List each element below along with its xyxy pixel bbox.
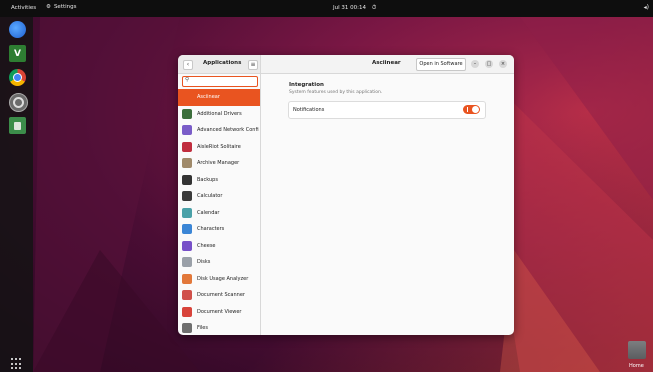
left-header: ‹ Applications ≡: [178, 55, 260, 74]
app-list-item-label: Asciinear: [197, 94, 220, 100]
app-icon: [182, 240, 192, 251]
app-list-item[interactable]: Advanced Network Confi...: [178, 122, 260, 139]
app-list-item-label: Advanced Network Confi...: [197, 127, 259, 133]
clock-label: Jul 31 00:14: [333, 5, 366, 11]
app-list-item[interactable]: Disks: [178, 254, 260, 271]
app-icon: [182, 224, 192, 234]
app-list-item-label: Archive Manager: [197, 160, 240, 166]
app-list-item-label: Document Viewer: [197, 308, 242, 315]
vim-icon[interactable]: V: [9, 45, 26, 62]
app-list-item-label: Files: [197, 325, 208, 331]
search-icon: ⚲: [185, 77, 190, 83]
dock: V: [0, 17, 33, 372]
app-icon: [182, 141, 192, 152]
speaker-icon[interactable]: ◂): [644, 4, 649, 11]
app-list-item-label: Additional Drivers: [197, 110, 242, 117]
app-list-item[interactable]: Archive Manager: [178, 155, 260, 172]
app-icon: [182, 290, 192, 300]
left-header-title: Applications: [203, 60, 242, 66]
notifications-toggle[interactable]: [463, 105, 480, 114]
app-list-item[interactable]: Additional Drivers: [178, 106, 260, 123]
app-icon: [182, 125, 192, 135]
minimize-button[interactable]: –: [471, 60, 479, 68]
menu-button[interactable]: ≡: [248, 60, 258, 70]
app-list: Asciinear Additional Drivers Advanced Netw…: [178, 89, 260, 335]
trash-icon[interactable]: [9, 117, 26, 134]
app-list-item-label: Cheese: [197, 242, 216, 249]
app-list-item-label: AisleRiot Solitaire: [197, 143, 241, 150]
chevron-left-icon: ‹: [186, 61, 190, 68]
clock[interactable]: Jul 31 00:14 ⏱: [333, 5, 376, 12]
app-list-item[interactable]: Asciinear: [178, 89, 260, 106]
app-icon: [182, 306, 192, 317]
app-list-item[interactable]: Files: [178, 320, 260, 335]
app-list-item[interactable]: Calculator: [178, 188, 260, 205]
thunderbird-icon[interactable]: [9, 21, 26, 38]
app-list-item[interactable]: Characters: [178, 221, 260, 238]
app-list-item-label: Backups: [197, 176, 218, 183]
home-folder-icon[interactable]: [628, 341, 646, 359]
app-icon: [182, 158, 192, 168]
search-input[interactable]: ⚲: [182, 76, 258, 87]
integration-heading: Integration: [289, 82, 324, 88]
app-icon: [182, 191, 192, 201]
app-icon: [182, 207, 192, 218]
alarm-icon: ⏱: [371, 5, 377, 11]
maximize-button[interactable]: □: [485, 60, 493, 68]
top-bar: Activities ⚙ Settings Jul 31 00:14 ⏱ ◂): [0, 0, 653, 17]
show-apps-grid-icon[interactable]: [11, 358, 23, 370]
toggle-on-mark: [467, 107, 468, 112]
activities-button[interactable]: Activities: [11, 5, 36, 11]
app-icon: [182, 257, 192, 267]
app-list-item-label: Disk Usage Analyzer: [197, 275, 249, 282]
app-icon: [182, 174, 192, 185]
app-list-item-label: Disks: [197, 259, 211, 265]
app-list-item[interactable]: Document Viewer: [178, 304, 260, 321]
notifications-row[interactable]: Notifications: [288, 101, 486, 119]
gear-icon: ⚙: [46, 4, 51, 10]
app-icon: [182, 108, 192, 119]
app-list-item-label: Characters: [197, 226, 225, 232]
right-header: Asciinear Open in Software – □ ×: [261, 55, 514, 74]
app-list-item-label: Calculator: [197, 193, 223, 199]
app-icon: [182, 323, 192, 333]
toggle-knob: [472, 106, 479, 113]
pane-divider: [260, 55, 261, 335]
app-list-item[interactable]: Document Scanner: [178, 287, 260, 304]
settings-menu-label: Settings: [53, 4, 77, 10]
hamburger-icon: ≡: [250, 61, 256, 68]
app-list-item[interactable]: AisleRiot Solitaire: [178, 139, 260, 156]
app-list-item-label: Calendar: [197, 209, 220, 216]
home-label: Home: [629, 363, 644, 369]
notifications-label: Notifications: [293, 107, 325, 113]
settings-window: ‹ Applications ≡ Asciinear Open in Softw…: [178, 55, 514, 335]
chromium-icon[interactable]: [9, 69, 26, 86]
back-button[interactable]: ‹: [183, 60, 193, 70]
open-in-software-button[interactable]: Open in Software: [416, 58, 466, 71]
app-icon: [182, 273, 192, 284]
settings-icon[interactable]: [9, 93, 28, 112]
integration-subtitle: System features used by this application…: [289, 90, 383, 95]
app-icon: [182, 92, 192, 102]
settings-app-menu[interactable]: ⚙ Settings: [46, 4, 77, 10]
app-list-item[interactable]: Backups: [178, 172, 260, 189]
app-list-item-label: Document Scanner: [197, 292, 245, 298]
app-list-item[interactable]: Calendar: [178, 205, 260, 222]
app-title: Asciinear: [372, 60, 401, 66]
app-list-item[interactable]: Disk Usage Analyzer: [178, 271, 260, 288]
close-button[interactable]: ×: [499, 60, 507, 68]
app-list-item[interactable]: Cheese: [178, 238, 260, 255]
